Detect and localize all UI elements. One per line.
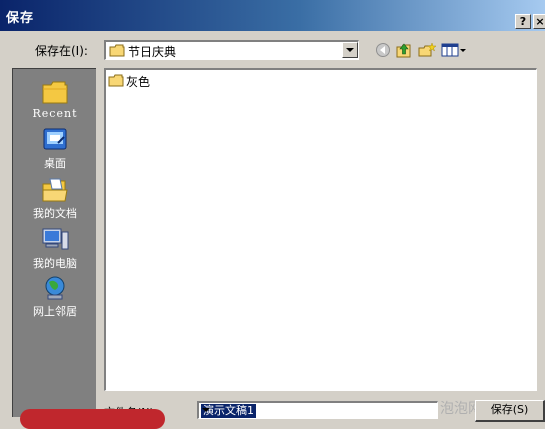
file-list[interactable]: 灰色 [104, 68, 537, 391]
place-my-computer[interactable]: 我的电脑 [13, 227, 97, 271]
save-button[interactable]: 保存(S) [475, 400, 545, 422]
place-my-documents[interactable]: 我的文档 [13, 177, 97, 221]
folder-icon [109, 44, 125, 57]
place-label: 桌面 [44, 157, 66, 170]
back-icon[interactable] [374, 42, 392, 58]
folder-icon [108, 74, 124, 87]
place-label: 网上邻居 [33, 305, 77, 318]
title-bar[interactable]: 保存 ? × [0, 0, 545, 31]
place-recent[interactable]: Recent [13, 79, 97, 120]
save-in-combobox[interactable]: 节日庆典 [104, 40, 359, 60]
place-label: 我的电脑 [33, 257, 77, 270]
my-computer-icon [42, 228, 69, 250]
window-title: 保存 [6, 11, 35, 26]
file-name: 灰色 [126, 75, 151, 89]
view-menu-icon[interactable] [441, 42, 467, 58]
chevron-down-icon [346, 48, 354, 52]
desktop-icon [43, 128, 67, 150]
location-text: 节日庆典 [128, 45, 177, 59]
save-in-label: 保存在(I): [35, 44, 88, 58]
place-desktop[interactable]: 桌面 [13, 127, 97, 171]
place-label: Recent [32, 107, 78, 120]
up-folder-icon[interactable] [395, 42, 413, 58]
decorative-ribbon [20, 409, 165, 429]
recent-folder-icon [42, 81, 68, 104]
new-folder-icon[interactable] [418, 42, 436, 58]
filename-input[interactable]: 演示文稿1 [197, 401, 438, 419]
chevron-down-icon [202, 408, 210, 412]
place-network[interactable]: 网上邻居 [13, 275, 97, 319]
close-button[interactable]: × [533, 14, 545, 29]
help-button[interactable]: ? [515, 14, 531, 29]
my-documents-icon [42, 178, 68, 202]
network-icon [45, 276, 65, 300]
combobox-dropdown-button[interactable] [342, 42, 358, 58]
places-bar: Recent 桌面 我的文档 我的电脑 网上邻居 [12, 68, 96, 417]
place-label: 我的文档 [33, 207, 77, 220]
